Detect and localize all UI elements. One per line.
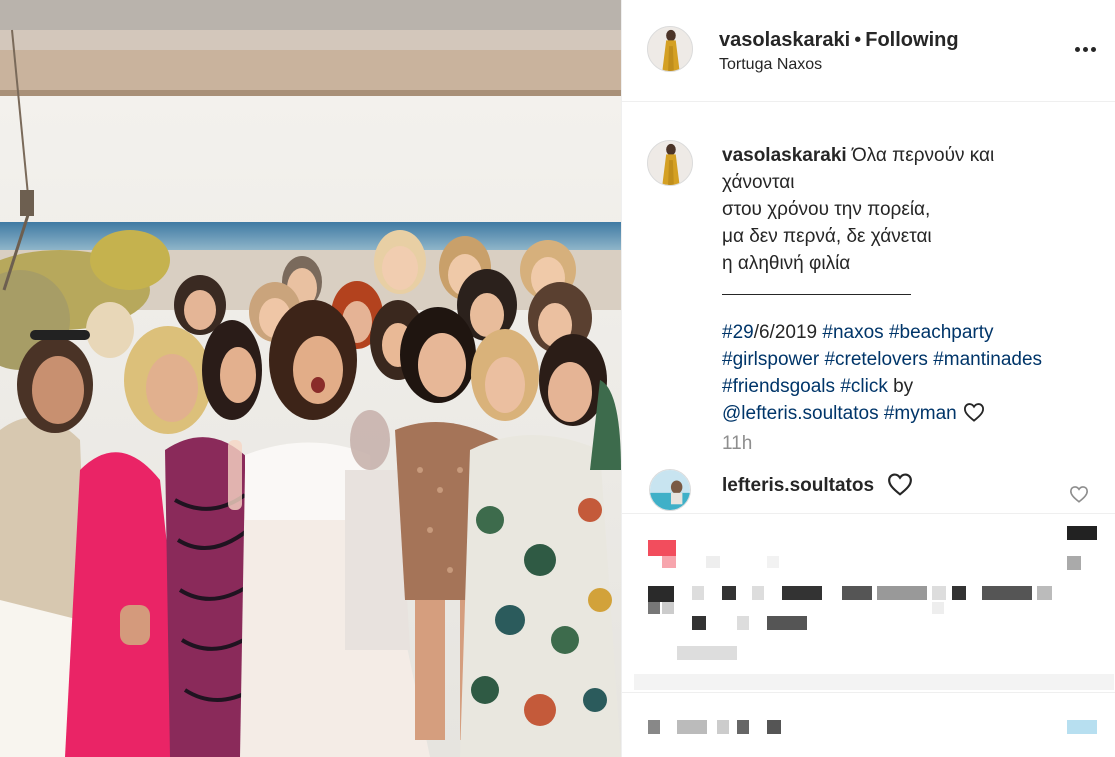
hashtag-line: #29/6/2019 #naxos #beachparty [722, 319, 1102, 346]
commenter-username[interactable]: lefteris.soultatos [722, 475, 874, 497]
heart-icon[interactable] [963, 402, 985, 430]
caption-text: Όλα περνούν και [851, 145, 995, 166]
header-username-line: vasolaskaraki • Following [719, 29, 959, 52]
avatar-image [648, 27, 692, 71]
hashtag-link[interactable]: #beachparty [889, 322, 994, 343]
comments-divider [622, 513, 1115, 514]
post-time[interactable]: 11h [722, 433, 752, 455]
caption-author-avatar[interactable] [647, 140, 693, 186]
following-button[interactable]: Following [865, 29, 958, 51]
blurred-footer [622, 700, 1115, 757]
caption-line: vasolaskaraki Όλα περνούν και [722, 142, 1102, 169]
blurred-action-bar [622, 520, 1115, 670]
group-photo-image [0, 0, 621, 757]
separator-dot: • [854, 29, 862, 51]
caption-line: στου χρόνου την πορεία, [722, 199, 931, 220]
hashtag-link[interactable]: #mantinades [933, 349, 1042, 370]
post-header: vasolaskaraki • Following Tortuga Naxos [622, 0, 1115, 102]
heart-icon[interactable] [1069, 485, 1089, 508]
author-avatar[interactable] [647, 26, 693, 72]
post-photo[interactable] [0, 0, 621, 757]
caption-text: /6/2019 [753, 322, 823, 343]
add-comment-bar[interactable] [634, 674, 1114, 690]
hashtag-link[interactable]: #29 [722, 322, 754, 343]
avatar-image [648, 141, 692, 185]
heart-icon[interactable] [887, 472, 913, 501]
hashtag-link[interactable]: #friendsgoals [722, 376, 835, 397]
post-caption: vasolaskaraki Όλα περνούν και χάνονται σ… [722, 142, 1102, 430]
more-options-icon[interactable] [1072, 36, 1098, 62]
caption-line: χάνονται [722, 172, 795, 193]
hashtag-line: #friendsgoals #click by [722, 373, 1102, 400]
hashtag-link[interactable]: #girlspower [722, 349, 819, 370]
footer-divider [622, 692, 1115, 693]
avatar-image [650, 470, 690, 510]
caption-line: μα δεν περνά, δε χάνεται [722, 226, 932, 247]
caption-username[interactable]: vasolaskaraki [722, 145, 847, 166]
hashtag-line: @lefteris.soultatos #myman [722, 400, 1102, 430]
hashtag-link[interactable]: #click [840, 376, 888, 397]
author-username[interactable]: vasolaskaraki [719, 29, 850, 51]
hashtag-line: #girlspower #cretelovers #mantinades [722, 346, 1102, 373]
caption-text: by [887, 376, 914, 397]
caption-divider [722, 285, 911, 295]
commenter-avatar[interactable] [649, 469, 691, 511]
hashtag-link[interactable]: #cretelovers [824, 349, 928, 370]
caption-line: η αληθινή φιλία [722, 253, 851, 274]
post-location[interactable]: Tortuga Naxos [719, 56, 822, 74]
hashtag-link[interactable]: #naxos [822, 322, 883, 343]
mention-link[interactable]: @lefteris.soultatos [722, 403, 879, 424]
hashtag-block: #29/6/2019 #naxos #beachparty #girlspowe… [722, 319, 1102, 430]
hashtag-link[interactable]: #myman [884, 403, 957, 424]
post-details-panel: vasolaskaraki • Following Tortuga Naxos va… [621, 0, 1115, 757]
